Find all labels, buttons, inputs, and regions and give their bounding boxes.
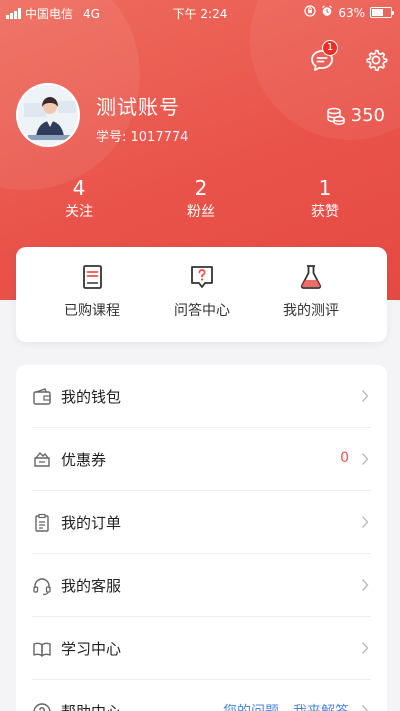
chevron-right-icon	[361, 514, 369, 528]
quick-my-assessment[interactable]: 我的测评	[266, 263, 356, 320]
your-questions-link[interactable]: 您的问题	[223, 701, 279, 711]
menu-item-orders[interactable]: 我的订单	[16, 491, 387, 554]
lock-rotation-icon	[304, 5, 316, 20]
battery-percent: 63%	[338, 5, 365, 20]
stat-label: 关注	[65, 204, 93, 220]
stats-row: 4 关注 2 粉丝 1 获赞	[0, 176, 400, 226]
menu-item-coupons[interactable]: 优惠券 0	[16, 428, 387, 491]
stat-label: 粉丝	[187, 204, 215, 220]
stat-following[interactable]: 4 关注	[39, 176, 119, 222]
coupon-count: 0	[340, 450, 349, 466]
status-bar: 中国电信 4G 下午 2:24 63%	[0, 0, 400, 24]
chevron-right-icon	[361, 451, 369, 465]
coin-count: 350	[350, 105, 385, 126]
menu-item-customer-service[interactable]: 我的客服	[16, 554, 387, 617]
menu-label: 帮助中心	[61, 701, 121, 711]
stat-followers[interactable]: 2 粉丝	[161, 176, 241, 222]
menu-label: 优惠券	[61, 451, 107, 469]
menu-label: 我的订单	[61, 514, 122, 532]
message-count-badge: 1	[322, 40, 338, 56]
clipboard-icon	[32, 513, 52, 533]
coin-balance[interactable]: 350	[326, 105, 385, 126]
open-book-icon	[32, 639, 52, 659]
menu-label: 我的钱包	[61, 388, 122, 406]
stat-label: 获赞	[311, 204, 339, 220]
quick-qa-center[interactable]: 问答中心	[157, 263, 247, 320]
coupon-icon	[32, 450, 52, 470]
chevron-right-icon	[361, 388, 369, 402]
menu-item-study-center[interactable]: 学习中心	[16, 617, 387, 680]
help-icon	[32, 702, 52, 711]
stat-value: 1	[318, 176, 332, 200]
i-answer-link[interactable]: 我来解答	[293, 701, 349, 711]
settings-button[interactable]	[362, 46, 390, 74]
username[interactable]: 测试账号	[96, 91, 180, 120]
stat-likes[interactable]: 1 获赞	[285, 176, 365, 222]
book-icon	[78, 263, 106, 291]
stat-value: 4	[72, 176, 86, 200]
battery-icon	[370, 7, 394, 18]
student-id: 学号: 1017774	[96, 130, 189, 145]
gear-icon	[366, 49, 388, 72]
quick-label: 问答中心	[174, 303, 230, 319]
alarm-icon	[321, 5, 333, 20]
question-chat-icon	[188, 263, 216, 291]
stat-value: 2	[194, 176, 208, 200]
quick-actions-card: 已购课程 问答中心 我的测评	[16, 247, 387, 342]
menu-label: 学习中心	[61, 640, 122, 658]
quick-label: 已购课程	[64, 303, 120, 319]
quick-label: 我的测评	[283, 303, 339, 319]
chevron-right-icon	[361, 640, 369, 654]
menu-list: 我的钱包 优惠券 0 我的订单 我的客服 学习中心	[16, 365, 387, 711]
menu-item-wallet[interactable]: 我的钱包	[16, 365, 387, 428]
headset-icon	[32, 576, 52, 596]
flask-icon	[297, 263, 325, 291]
avatar[interactable]	[16, 83, 80, 147]
chevron-right-icon	[361, 703, 369, 711]
wallet-icon	[32, 387, 52, 407]
coins-icon	[326, 107, 345, 125]
menu-label: 我的客服	[61, 577, 122, 595]
menu-item-help-center[interactable]: 帮助中心 您的问题 我来解答	[16, 680, 387, 711]
quick-purchased-courses[interactable]: 已购课程	[47, 263, 137, 320]
chevron-right-icon	[361, 577, 369, 591]
